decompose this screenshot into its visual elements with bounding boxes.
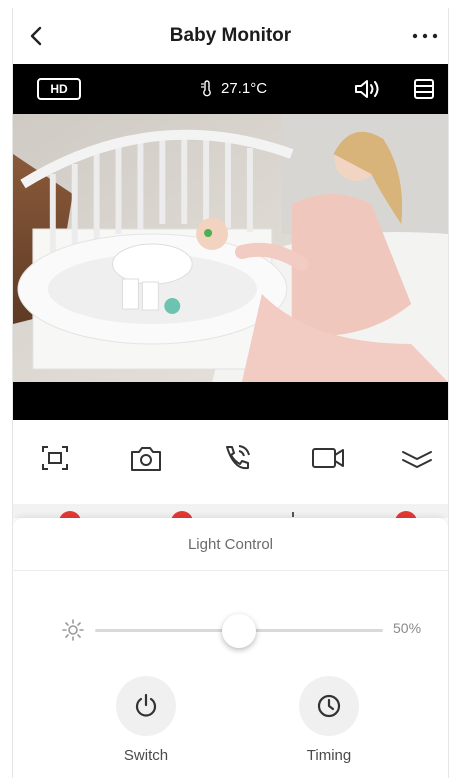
timing-label: Timing bbox=[306, 747, 352, 764]
timing-control: Timing bbox=[284, 676, 374, 776]
video-player[interactable]: HD 27.1°C bbox=[13, 64, 448, 420]
hd-quality-button[interactable]: HD bbox=[37, 78, 81, 100]
switch-control: Switch bbox=[101, 676, 191, 776]
light-control-panel: Light Control 50% Switch Timing bbox=[13, 518, 448, 778]
brightness-value: 50% bbox=[393, 620, 422, 636]
top-bar: Baby Monitor bbox=[13, 8, 448, 64]
video-toolbar: HD 27.1°C bbox=[13, 64, 448, 114]
chevron-collapse-icon[interactable] bbox=[399, 442, 435, 474]
video-record-icon[interactable] bbox=[310, 442, 346, 474]
clock-icon bbox=[317, 694, 341, 718]
video-letterbox bbox=[13, 382, 448, 420]
layout-icon[interactable] bbox=[413, 78, 435, 100]
brightness-icon bbox=[62, 619, 84, 641]
speaker-icon[interactable] bbox=[353, 77, 381, 101]
brightness-slider-handle[interactable] bbox=[222, 614, 256, 648]
temperature-readout: 27.1°C bbox=[199, 79, 267, 97]
thermometer-icon bbox=[201, 80, 211, 97]
page-title: Baby Monitor bbox=[169, 25, 292, 46]
camera-feed-image bbox=[13, 114, 448, 382]
more-icon[interactable] bbox=[410, 26, 440, 46]
camera-controls bbox=[13, 420, 448, 504]
fullscreen-icon[interactable] bbox=[37, 442, 73, 474]
panel-title: Light Control bbox=[187, 536, 274, 553]
power-icon bbox=[135, 693, 157, 717]
brightness-slider[interactable] bbox=[95, 614, 383, 648]
divider bbox=[13, 570, 448, 571]
switch-button[interactable] bbox=[116, 676, 176, 736]
switch-label: Switch bbox=[123, 747, 169, 764]
phone-call-icon[interactable] bbox=[219, 442, 255, 474]
temperature-value: 27.1°C bbox=[221, 79, 268, 97]
brightness-slider-row: 50% bbox=[13, 610, 448, 650]
back-icon[interactable] bbox=[25, 24, 49, 48]
background-content-peek bbox=[13, 504, 448, 518]
app-frame: Baby Monitor HD 27.1°C Light Control 50%… bbox=[12, 8, 449, 778]
camera-icon[interactable] bbox=[128, 442, 164, 474]
timing-button[interactable] bbox=[299, 676, 359, 736]
